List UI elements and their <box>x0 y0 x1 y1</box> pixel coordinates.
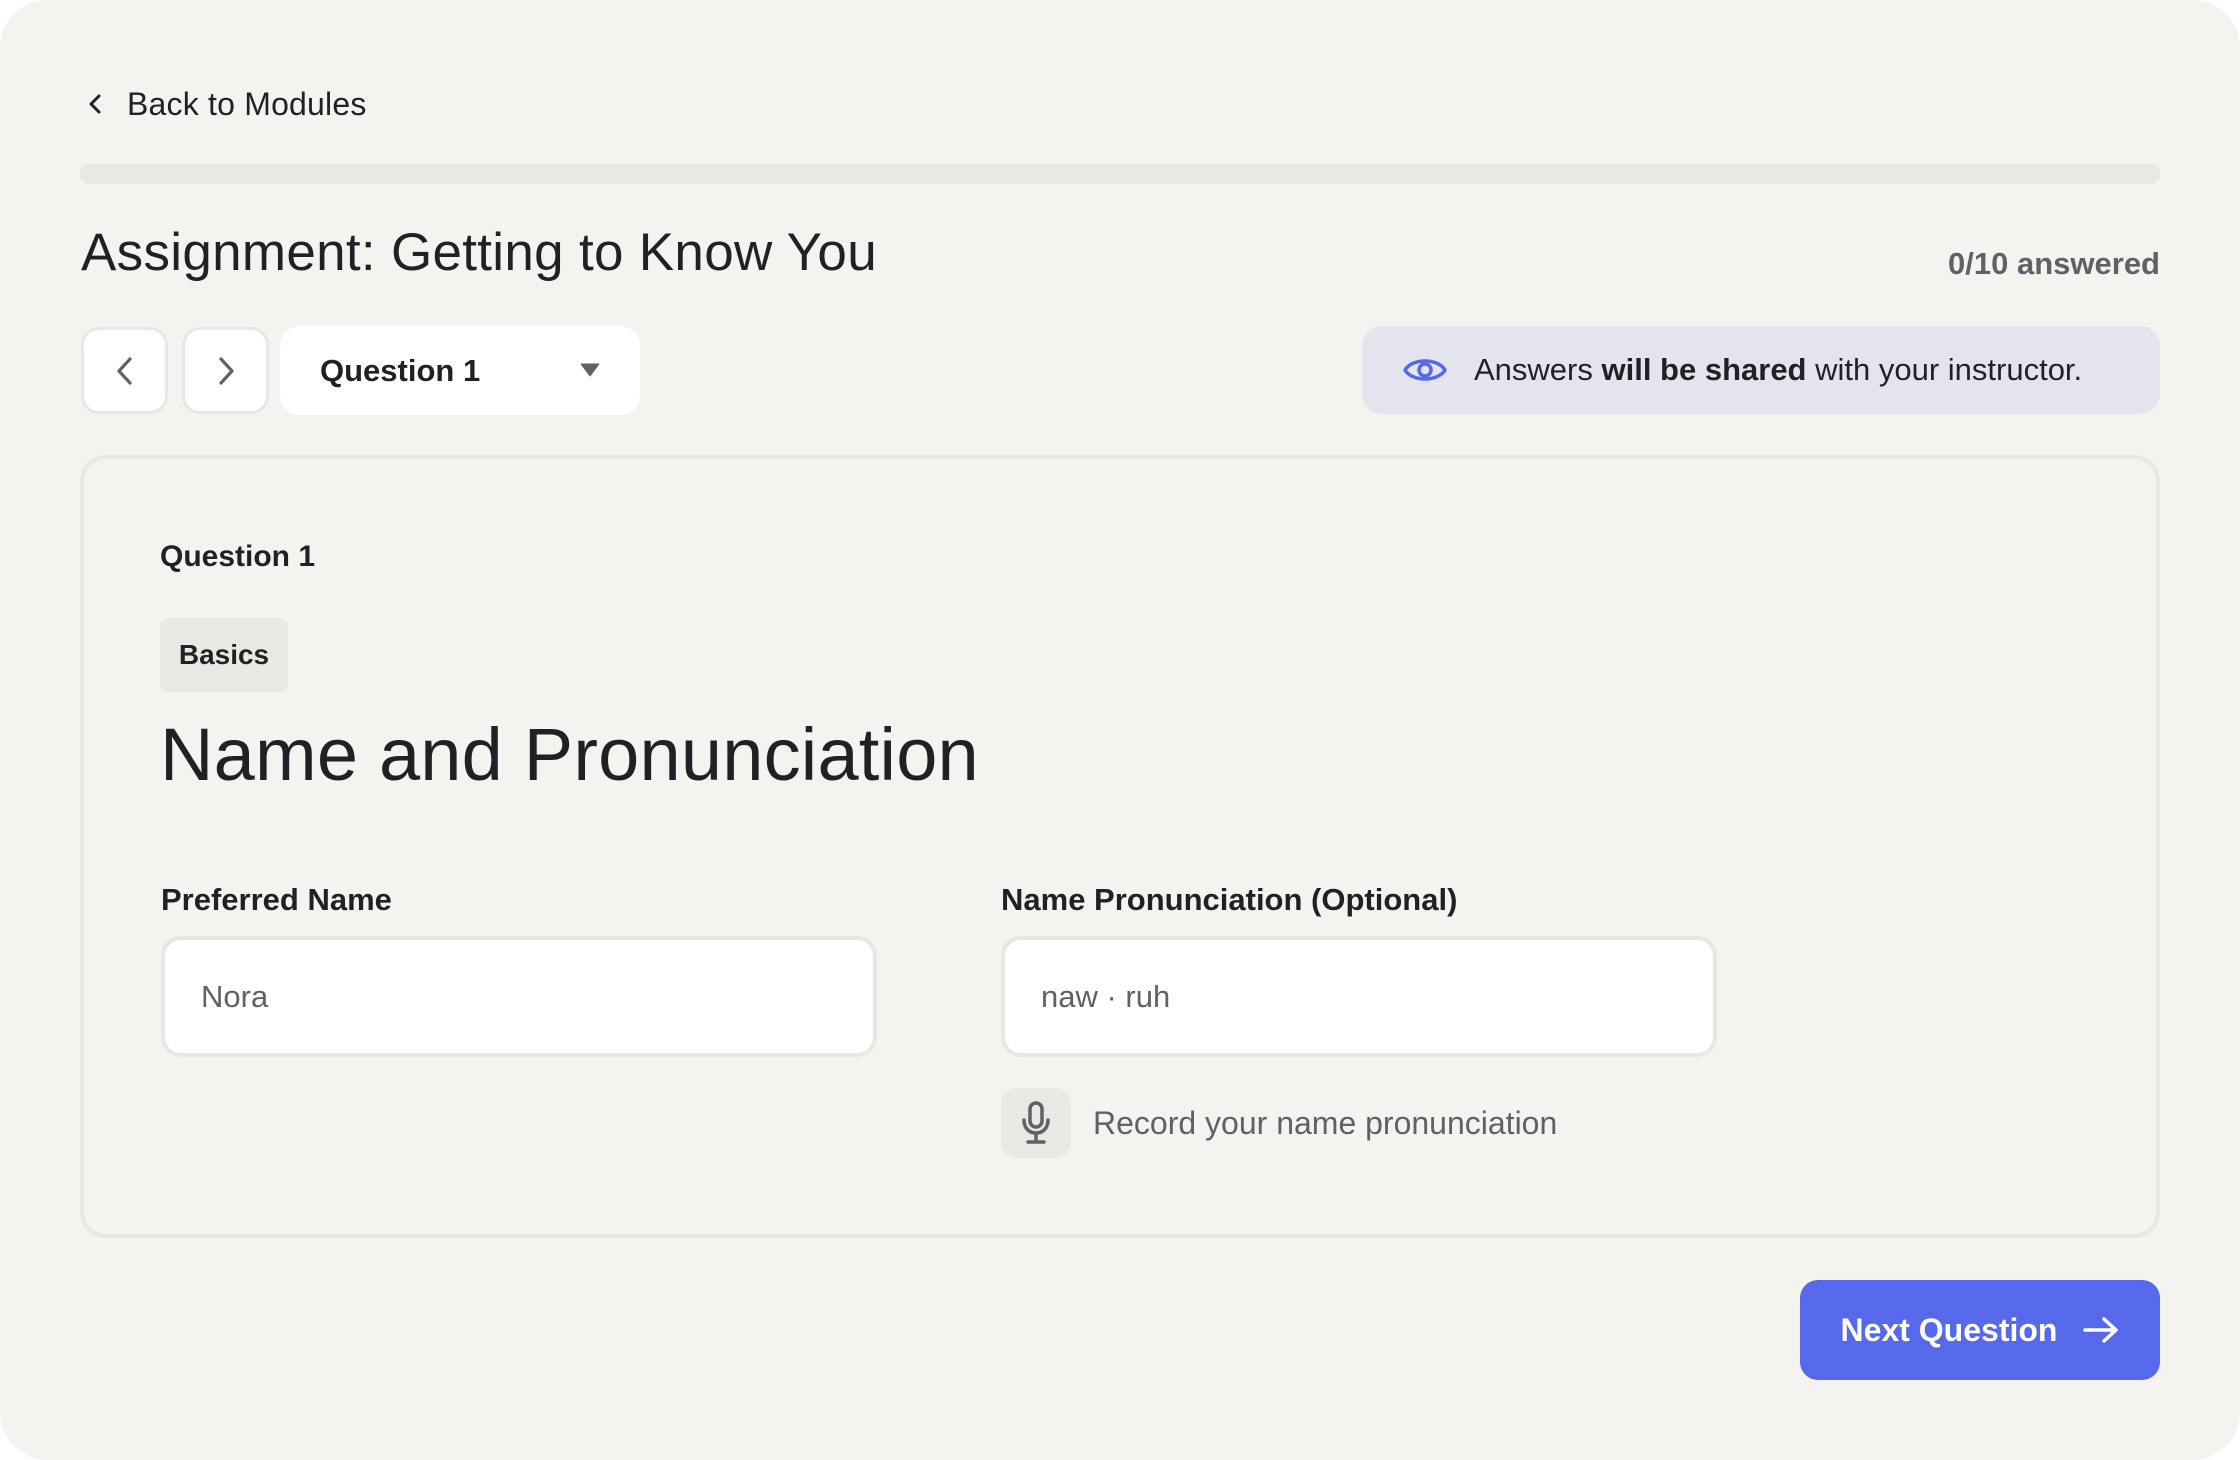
sharing-notice-banner: Answers will be shared with your instruc… <box>1362 326 2160 414</box>
next-question-arrow-button[interactable] <box>182 327 269 414</box>
app-window: Back to Modules Assignment: Getting to K… <box>0 0 2240 1460</box>
name-pronunciation-input[interactable] <box>1001 936 1717 1057</box>
caret-down-icon <box>580 363 600 377</box>
preferred-name-input[interactable] <box>161 936 877 1057</box>
answered-count: 0/10 answered <box>1948 246 2160 281</box>
selected-question-label: Question 1 <box>320 352 481 388</box>
category-badge: Basics <box>160 618 288 692</box>
next-question-button[interactable]: Next Question <box>1800 1280 2160 1380</box>
question-select-dropdown[interactable]: Question 1 <box>280 326 640 415</box>
question-number-label: Question 1 <box>160 540 316 573</box>
name-pronunciation-label: Name Pronunciation (Optional) <box>1001 882 1458 917</box>
record-pronunciation-label[interactable]: Record your name pronunciation <box>1093 1105 1557 1142</box>
arrow-right-icon <box>2083 1317 2119 1343</box>
notice-text-start: Answers <box>1474 352 1602 387</box>
chevron-right-icon <box>218 356 234 385</box>
page-title: Assignment: Getting to Know You <box>81 223 877 282</box>
back-to-modules-link[interactable]: Back to Modules <box>84 82 367 126</box>
back-link-label: Back to Modules <box>127 85 367 122</box>
preferred-name-label: Preferred Name <box>161 882 392 917</box>
record-pronunciation-button[interactable] <box>1001 1088 1071 1158</box>
notice-text-emphasis: will be shared <box>1601 352 1807 387</box>
previous-question-button[interactable] <box>81 327 168 414</box>
question-heading: Name and Pronunciation <box>160 713 979 796</box>
sharing-notice-text: Answers will be shared with your instruc… <box>1474 352 2082 388</box>
chevron-left-icon <box>116 356 132 385</box>
category-badge-label: Basics <box>178 639 270 670</box>
next-question-label: Next Question <box>1840 1311 2058 1348</box>
eye-icon <box>1403 359 1447 381</box>
notice-text-end: with your instructor. <box>1806 352 2083 387</box>
progress-bar <box>80 164 2160 184</box>
chevron-left-icon <box>89 94 101 114</box>
microphone-icon <box>1022 1101 1050 1144</box>
